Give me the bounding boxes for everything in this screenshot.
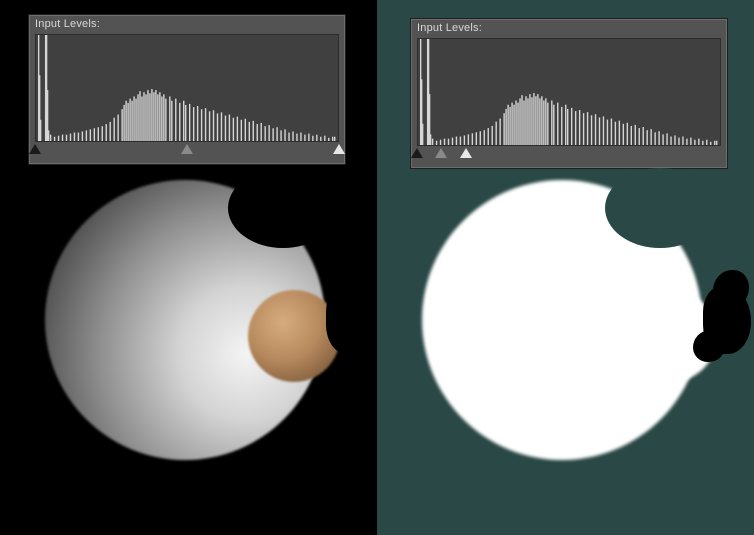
histogram-svg [418, 39, 720, 145]
occluder-side [693, 330, 725, 362]
right-panel: Input Levels: [377, 0, 754, 535]
histogram-left [35, 34, 339, 142]
input-levels-label: Input Levels: [29, 15, 345, 32]
render-preview-right [377, 150, 754, 535]
levels-panel-right: Input Levels: [410, 18, 728, 169]
histogram-right [417, 38, 721, 146]
render-preview-left [0, 150, 377, 535]
input-levels-label: Input Levels: [411, 19, 727, 36]
levels-panel-left: Input Levels: [28, 14, 346, 165]
histogram-svg [36, 35, 338, 141]
left-panel: Input Levels: [0, 0, 377, 535]
occluder-top [228, 168, 338, 248]
comparison-stage: Input Levels: Input Levels: [0, 0, 754, 535]
occluder-top [605, 168, 715, 248]
